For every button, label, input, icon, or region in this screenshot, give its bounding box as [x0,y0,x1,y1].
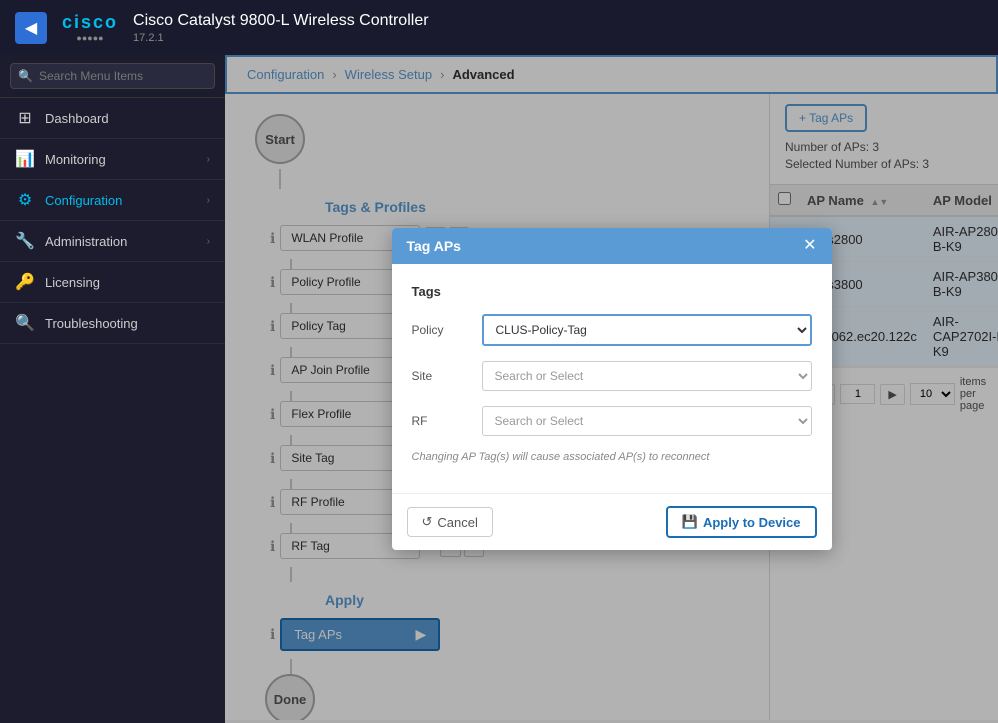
chevron-right-icon-3: › [207,236,210,247]
modal-section-tags-title: Tags [412,284,812,299]
site-select[interactable]: Search or Select [482,361,812,391]
rf-select[interactable]: Search or Select [482,406,812,436]
sidebar-item-monitoring[interactable]: 📊 Monitoring › [0,139,225,180]
main-layout: 🔍 ⊞ Dashboard 📊 Monitoring › ⚙ Configura… [0,55,998,723]
modal-select-wrap-policy: CLUS-Policy-Tag [482,314,812,346]
apply-label: Apply to Device [703,515,801,530]
sidebar-item-dashboard[interactable]: ⊞ Dashboard [0,98,225,139]
sidebar-item-administration[interactable]: 🔧 Administration › [0,221,225,262]
troubleshooting-icon: 🔍 [15,313,35,333]
sidebar-label-troubleshooting: Troubleshooting [45,316,210,331]
modal-overlay: Tag APs ✕ Tags Policy CLUS-Policy-Tag [225,55,998,723]
cisco-logo-text: cisco [62,12,118,33]
modal-body: Tags Policy CLUS-Policy-Tag Site [392,264,832,493]
sidebar-item-troubleshooting[interactable]: 🔍 Troubleshooting [0,303,225,344]
sidebar-item-configuration[interactable]: ⚙ Configuration › [0,180,225,221]
modal-header: Tag APs ✕ [392,228,832,264]
content-area: Configuration › Wireless Setup › Advance… [225,55,998,723]
sidebar-label-configuration: Configuration [45,193,197,208]
dashboard-icon: ⊞ [15,108,35,128]
modal-label-site: Site [412,369,482,383]
configuration-icon: ⚙ [15,190,35,210]
apply-icon: 💾 [682,514,698,530]
modal-row-rf: RF Search or Select [412,406,812,436]
cancel-button[interactable]: ↺ Cancel [407,507,493,537]
administration-icon: 🔧 [15,231,35,251]
app-header: ◀ cisco ●●●●● Cisco Catalyst 9800-L Wire… [0,0,998,55]
chevron-right-icon-2: › [207,195,210,206]
search-icon: 🔍 [18,69,33,83]
cisco-logo: cisco ●●●●● [62,12,118,43]
back-button[interactable]: ◀ [15,12,47,44]
search-input[interactable] [10,63,215,89]
sidebar-label-licensing: Licensing [45,275,210,290]
modal-select-wrap-site: Search or Select [482,361,812,391]
tag-aps-modal: Tag APs ✕ Tags Policy CLUS-Policy-Tag [392,228,832,550]
modal-footer: ↺ Cancel 💾 Apply to Device [392,493,832,550]
cancel-icon: ↺ [422,514,433,530]
licensing-icon: 🔑 [15,272,35,292]
apply-to-device-button[interactable]: 💾 Apply to Device [666,506,817,538]
app-version: 17.2.1 [133,32,429,44]
app-title-group: Cisco Catalyst 9800-L Wireless Controlle… [133,12,429,44]
app-title: Cisco Catalyst 9800-L Wireless Controlle… [133,12,429,30]
modal-row-site: Site Search or Select [412,361,812,391]
modal-label-policy: Policy [412,323,482,337]
modal-row-policy: Policy CLUS-Policy-Tag [412,314,812,346]
sidebar-label-dashboard: Dashboard [45,111,210,126]
sidebar-search-container: 🔍 [0,55,225,98]
modal-close-button[interactable]: ✕ [803,238,816,254]
sidebar-item-licensing[interactable]: 🔑 Licensing [0,262,225,303]
sidebar: 🔍 ⊞ Dashboard 📊 Monitoring › ⚙ Configura… [0,55,225,723]
chevron-right-icon: › [207,154,210,165]
cisco-logo-sub: ●●●●● [76,33,103,43]
modal-label-rf: RF [412,414,482,428]
cancel-label: Cancel [437,515,477,530]
modal-note: Changing AP Tag(s) will cause associated… [412,451,812,463]
modal-title: Tag APs [407,238,461,254]
policy-select[interactable]: CLUS-Policy-Tag [482,314,812,346]
sidebar-label-administration: Administration [45,234,197,249]
sidebar-label-monitoring: Monitoring [45,152,197,167]
monitoring-icon: 📊 [15,149,35,169]
modal-select-wrap-rf: Search or Select [482,406,812,436]
